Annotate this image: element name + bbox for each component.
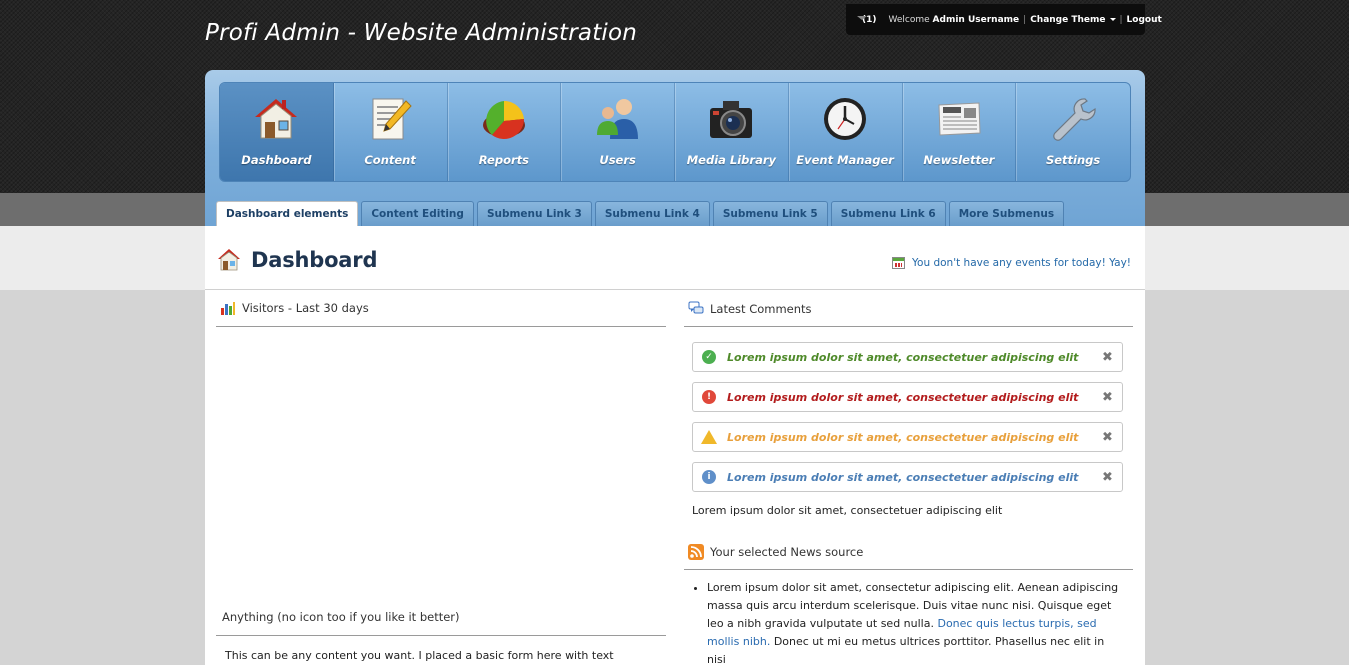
page-header: Dashboard You don't have any events for … [205, 226, 1145, 290]
welcome-text: Welcome [888, 14, 930, 25]
wrench-icon [1053, 98, 1096, 141]
users-icon [596, 99, 638, 139]
comments-title: Latest Comments [710, 302, 812, 316]
document-pencil-icon [372, 98, 412, 140]
comment-text: Lorem ipsum dolor sit amet, consectetuer… [727, 470, 1079, 484]
username[interactable]: Admin Username [933, 15, 1020, 25]
news-title: Your selected News source [710, 545, 864, 559]
comment-item[interactable]: ! Lorem ipsum dolor sit amet, consectetu… [692, 382, 1123, 412]
house-icon [218, 249, 240, 271]
close-icon[interactable]: ✖ [1102, 351, 1113, 364]
news-list: Lorem ipsum dolor sit amet, consectetur … [691, 579, 1123, 665]
close-icon[interactable]: ✖ [1102, 431, 1113, 444]
comment-item[interactable]: ✓ Lorem ipsum dolor sit amet, consectetu… [692, 342, 1123, 372]
close-icon[interactable]: ✖ [1102, 391, 1113, 404]
house-icon [255, 99, 298, 139]
subtab-submenu-link-4[interactable]: Submenu Link 4 [594, 201, 710, 226]
comment-item[interactable]: Lorem ipsum dolor sit amet, consectetuer… [692, 422, 1123, 452]
check-circle-icon: ✓ [702, 350, 716, 364]
separator: | [1023, 14, 1027, 25]
nav-label: Dashboard [241, 153, 312, 167]
anything-box-header: Anything (no icon too if you like it bet… [216, 599, 666, 636]
subtab-submenu-link-6[interactable]: Submenu Link 6 [830, 201, 946, 226]
user-bar: (1) Welcome Admin Username | Change Them… [846, 4, 1162, 35]
submenu-tabs: Dashboard elements Content Editing Subme… [216, 201, 1065, 226]
nav-label: Event Manager [796, 153, 894, 167]
nav-item-content[interactable]: Content [334, 83, 448, 181]
camera-icon [710, 101, 753, 138]
logout-link[interactable]: Logout [1127, 15, 1162, 25]
subtab-submenu-link-5[interactable]: Submenu Link 5 [712, 201, 828, 226]
error-circle-icon: ! [702, 390, 716, 404]
nav-label: Settings [1045, 153, 1101, 167]
main-nav: Dashboard Content Reports Users Media Li… [219, 82, 1131, 182]
anything-text: This can be any content you want. I plac… [225, 649, 614, 662]
warning-triangle-icon [701, 430, 717, 444]
nav-label: Newsletter [923, 153, 995, 167]
change-theme-link[interactable]: Change Theme [1030, 15, 1105, 25]
chevron-down-icon[interactable] [1109, 18, 1116, 21]
pie-chart-icon [482, 100, 525, 139]
site-title: Profi Admin - Website Administration [205, 20, 638, 46]
info-circle-icon: i [702, 470, 716, 484]
nav-item-dashboard[interactable]: Dashboard [220, 83, 334, 181]
visitors-title: Visitors - Last 30 days [242, 301, 369, 315]
events-note-text[interactable]: You don't have any events for today! Yay… [912, 257, 1131, 269]
comments-box-header: Latest Comments [684, 292, 1133, 327]
visitors-box-header: Visitors - Last 30 days [216, 290, 666, 327]
nav-item-settings[interactable]: Settings [1016, 83, 1130, 181]
nav-label: Content [364, 153, 416, 167]
events-note[interactable]: You don't have any events for today! Yay… [892, 257, 1131, 269]
calendar-icon [892, 257, 906, 269]
speech-bubbles-icon [688, 301, 704, 314]
subtab-content-editing[interactable]: Content Editing [361, 201, 474, 226]
comment-text: Lorem ipsum dolor sit amet, consectetuer… [727, 430, 1079, 444]
nav-item-users[interactable]: Users [561, 83, 675, 181]
nav-label: Reports [478, 153, 529, 167]
nav-item-media-library[interactable]: Media Library [675, 83, 789, 181]
close-icon[interactable]: ✖ [1102, 471, 1113, 484]
comment-text: Lorem ipsum dolor sit amet, consectetuer… [727, 390, 1079, 404]
subtab-dashboard-elements[interactable]: Dashboard elements [216, 201, 359, 226]
separator: | [1119, 14, 1123, 25]
visitors-chart-area [216, 327, 666, 599]
subtab-more-submenus[interactable]: More Submenus [948, 201, 1065, 226]
comments-footer-text: Lorem ipsum dolor sit amet, consectetuer… [692, 504, 1003, 517]
subtab-submenu-link-3[interactable]: Submenu Link 3 [476, 201, 592, 226]
nav-item-newsletter[interactable]: Newsletter [903, 83, 1017, 181]
clock-icon [824, 98, 867, 140]
comment-text: Lorem ipsum dolor sit amet, consectetuer… [727, 350, 1079, 364]
content-panel: Dashboard You don't have any events for … [205, 226, 1145, 665]
bar-chart-icon [221, 302, 235, 315]
comment-item[interactable]: i Lorem ipsum dolor sit amet, consectetu… [692, 462, 1123, 492]
nav-item-event-manager[interactable]: Event Manager [789, 83, 903, 181]
nav-item-reports[interactable]: Reports [448, 83, 562, 181]
nav-label: Media Library [686, 153, 777, 167]
anything-title: Anything (no icon too if you like it bet… [222, 610, 460, 624]
newspaper-icon [938, 102, 981, 136]
page-title: Dashboard [251, 248, 378, 272]
nav-label: Users [599, 153, 636, 167]
list-item: Lorem ipsum dolor sit amet, consectetur … [707, 579, 1123, 665]
news-box-header: Your selected News source [684, 535, 1133, 570]
rss-icon [688, 544, 704, 560]
